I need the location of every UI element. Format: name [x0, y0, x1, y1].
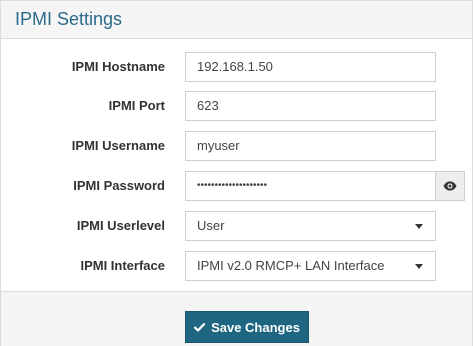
chevron-down-icon: [415, 264, 423, 269]
password-label: IPMI Password: [73, 178, 165, 193]
port-row: IPMI Port 623: [1, 91, 472, 121]
userlevel-selected-value: User: [197, 218, 225, 233]
password-input[interactable]: ••••••••••••••••••••: [185, 171, 436, 201]
port-input[interactable]: 623: [185, 91, 436, 121]
hostname-label: IPMI Hostname: [71, 59, 165, 74]
chevron-down-icon: [415, 224, 423, 229]
port-label: IPMI Port: [108, 98, 165, 113]
ipmi-settings-panel: IPMI Settings IPMI Hostname 192.168.1.50…: [0, 0, 473, 346]
interface-row: IPMI Interface IPMI v2.0 RMCP+ LAN Inter…: [1, 251, 472, 281]
show-password-button[interactable]: [436, 171, 465, 201]
interface-label: IPMI Interface: [80, 258, 165, 273]
panel-header: IPMI Settings: [1, 1, 472, 39]
interface-selected-value: IPMI v2.0 RMCP+ LAN Interface: [197, 258, 385, 273]
hostname-row: IPMI Hostname 192.168.1.50: [1, 52, 472, 82]
userlevel-row: IPMI Userlevel User: [1, 211, 472, 241]
check-icon: [194, 322, 206, 331]
hostname-input[interactable]: 192.168.1.50: [185, 52, 436, 82]
username-row: IPMI Username myuser: [1, 131, 472, 161]
panel-title: IPMI Settings: [15, 9, 123, 29]
password-row: IPMI Password ••••••••••••••••••••: [1, 171, 472, 201]
interface-select[interactable]: IPMI v2.0 RMCP+ LAN Interface: [185, 251, 436, 281]
userlevel-select[interactable]: User: [185, 211, 436, 241]
username-input[interactable]: myuser: [185, 131, 436, 161]
ipmi-settings-form: IPMI Hostname 192.168.1.50 IPMI Port 623…: [1, 39, 472, 292]
panel-footer: Save Changes: [1, 292, 472, 346]
save-changes-label: Save Changes: [211, 319, 300, 335]
eye-icon: [443, 181, 457, 191]
userlevel-label: IPMI Userlevel: [76, 218, 165, 233]
save-changes-button[interactable]: Save Changes: [185, 311, 309, 343]
username-label: IPMI Username: [71, 138, 165, 153]
